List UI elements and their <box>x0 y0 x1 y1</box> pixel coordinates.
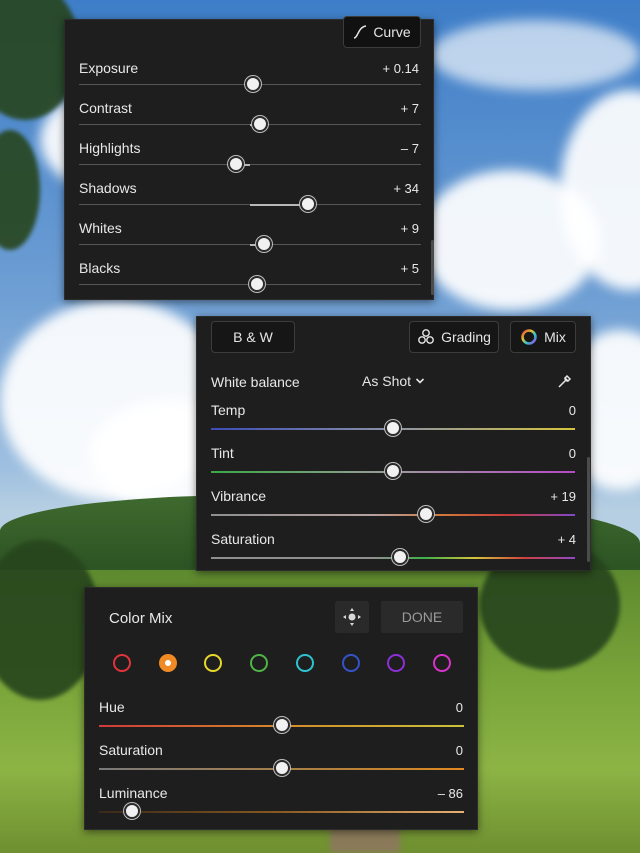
slider-thumb[interactable] <box>245 76 262 92</box>
slider-track[interactable] <box>79 196 421 212</box>
grading-button-label: Grading <box>441 329 491 345</box>
slider-luminance: Luminance – 86 <box>85 785 477 828</box>
slider-label: Saturation <box>99 742 163 758</box>
slider-value[interactable]: – 86 <box>438 786 463 801</box>
slider-thumb[interactable] <box>228 156 245 172</box>
light-panel: Curve Exposure + 0.14 Contrast + 7 Highlight… <box>64 16 434 300</box>
slider-value[interactable]: + 34 <box>393 181 419 196</box>
curve-icon <box>354 25 367 39</box>
slider-value[interactable]: + 4 <box>558 532 576 547</box>
eyedropper-icon[interactable] <box>556 372 574 390</box>
slider-highlights: Highlights – 7 <box>65 140 433 180</box>
slider-thumb[interactable] <box>385 463 401 479</box>
slider-track[interactable] <box>211 420 575 436</box>
color-mix-title: Color Mix <box>109 610 173 627</box>
slider-track[interactable] <box>99 717 464 733</box>
bw-button-label: B & W <box>233 329 273 345</box>
slider-hue: Hue 0 <box>85 699 477 742</box>
slider-thumb[interactable] <box>300 196 317 212</box>
swatch-purple[interactable] <box>387 654 406 672</box>
color-panel: B & W Grading Mix White balance As Shot <box>196 316 591 571</box>
slider-value[interactable]: 0 <box>456 743 463 758</box>
slider-track[interactable] <box>99 803 464 819</box>
slider-value[interactable]: + 9 <box>401 221 419 236</box>
slider-blacks: Blacks + 5 <box>65 260 433 300</box>
slider-thumb[interactable] <box>273 717 290 733</box>
slider-label: Tint <box>211 445 234 461</box>
slider-track[interactable] <box>211 463 575 479</box>
white-balance-label: White balance <box>211 374 300 390</box>
slider-track[interactable] <box>211 506 575 522</box>
curve-button-label: Curve <box>373 24 411 40</box>
slider-saturation: Saturation + 4 <box>197 531 590 574</box>
slider-track[interactable] <box>99 760 464 776</box>
slider-track[interactable] <box>79 116 421 132</box>
slider-shadows: Shadows + 34 <box>65 180 433 220</box>
swatch-blue[interactable] <box>341 654 360 672</box>
slider-track[interactable] <box>211 549 575 565</box>
slider-value[interactable]: + 0.14 <box>382 61 419 76</box>
slider-label: Vibrance <box>211 488 267 504</box>
swatch-green[interactable] <box>250 654 269 672</box>
slider-thumb[interactable] <box>273 760 290 776</box>
slider-thumb[interactable] <box>123 803 140 819</box>
target-adjust-button[interactable] <box>335 601 369 633</box>
swatch-aqua[interactable] <box>295 654 314 672</box>
slider-value[interactable]: 0 <box>569 446 576 461</box>
swatch-orange[interactable] <box>158 654 177 672</box>
slider-thumb[interactable] <box>392 549 409 565</box>
color-mix-panel: Color Mix DONE Hue 0 Saturation 0 Luminance –… <box>84 587 478 830</box>
slider-saturation: Saturation 0 <box>85 742 477 785</box>
color-wheel-icon <box>521 329 537 345</box>
done-button-label: DONE <box>401 609 443 625</box>
slider-tint: Tint 0 <box>197 445 590 488</box>
slider-value[interactable]: + 19 <box>550 489 576 504</box>
slider-label: Shadows <box>79 180 137 196</box>
mix-button[interactable]: Mix <box>510 321 576 353</box>
grading-icon <box>418 329 434 344</box>
slider-thumb[interactable] <box>248 276 265 292</box>
slider-contrast: Contrast + 7 <box>65 100 433 140</box>
slider-label: Hue <box>99 699 125 715</box>
slider-thumb[interactable] <box>385 420 401 436</box>
swatch-yellow[interactable] <box>204 654 223 672</box>
slider-track[interactable] <box>79 276 421 292</box>
slider-value[interactable]: – 7 <box>401 141 419 156</box>
swatch-magenta[interactable] <box>432 654 451 672</box>
slider-whites: Whites + 9 <box>65 220 433 260</box>
slider-label: Blacks <box>79 260 121 276</box>
slider-label: Temp <box>211 402 246 418</box>
slider-value[interactable]: 0 <box>456 700 463 715</box>
slider-track[interactable] <box>79 156 421 172</box>
slider-value[interactable]: + 7 <box>401 101 419 116</box>
slider-vibrance: Vibrance + 19 <box>197 488 590 531</box>
slider-label: Contrast <box>79 100 132 116</box>
chevron-down-icon <box>415 378 425 384</box>
done-button[interactable]: DONE <box>381 601 463 633</box>
slider-value[interactable]: 0 <box>569 403 576 418</box>
bw-button[interactable]: B & W <box>211 321 295 353</box>
slider-label: Highlights <box>79 140 141 156</box>
slider-thumb[interactable] <box>255 236 272 252</box>
slider-track[interactable] <box>79 236 421 252</box>
slider-value[interactable]: + 5 <box>401 261 419 276</box>
white-balance-dropdown[interactable]: As Shot <box>362 373 425 389</box>
swatch-red[interactable] <box>113 654 131 672</box>
slider-thumb[interactable] <box>417 506 434 522</box>
slider-thumb[interactable] <box>252 116 269 132</box>
target-adjust-icon <box>343 608 361 626</box>
slider-label: Whites <box>79 220 122 236</box>
curve-button[interactable]: Curve <box>343 16 421 48</box>
white-balance-value: As Shot <box>362 373 412 389</box>
slider-temp: Temp 0 <box>197 402 590 445</box>
slider-label: Luminance <box>99 785 168 801</box>
grading-button[interactable]: Grading <box>409 321 499 353</box>
slider-label: Saturation <box>211 531 275 547</box>
slider-exposure: Exposure + 0.14 <box>65 60 433 100</box>
slider-label: Exposure <box>79 60 139 76</box>
mix-button-label: Mix <box>544 329 566 345</box>
slider-track[interactable] <box>79 76 421 92</box>
